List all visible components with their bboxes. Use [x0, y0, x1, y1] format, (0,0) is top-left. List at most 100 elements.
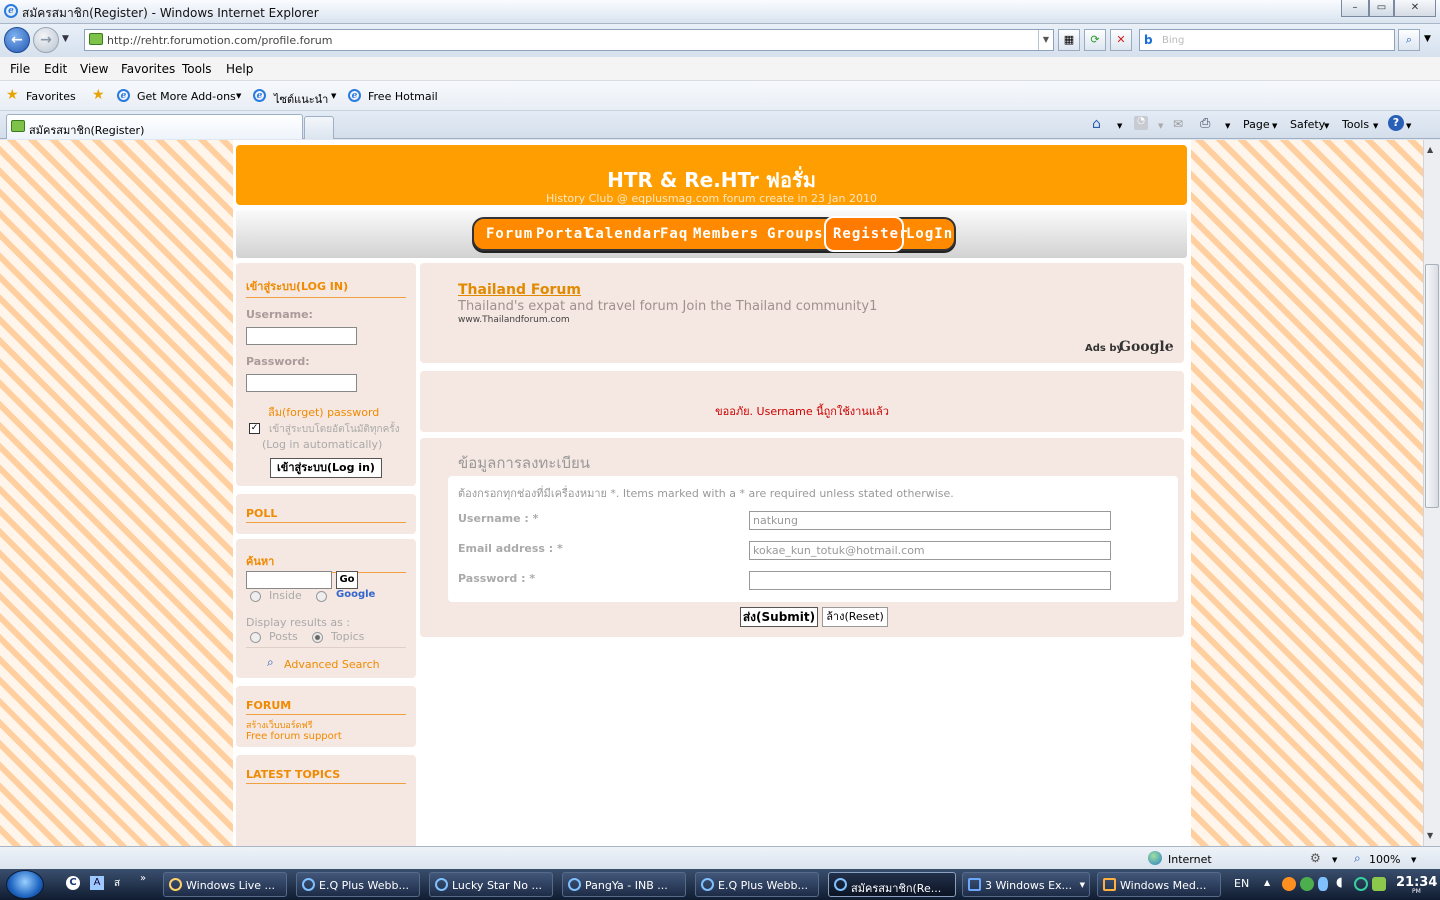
menu-edit[interactable]: Edit	[44, 62, 67, 76]
tab-register[interactable]: สมัครสมาชิก(Register)	[6, 114, 303, 139]
chevron-down-icon[interactable]: ▼	[1411, 856, 1416, 864]
menu-favorites[interactable]: Favorites	[121, 62, 175, 76]
refresh-icon[interactable]: ⟳	[1084, 29, 1106, 51]
maximize-button[interactable]: ▭	[1369, 0, 1394, 17]
search-icon[interactable]: ⌕	[1398, 29, 1420, 51]
favorites-get-addons[interactable]: Get More Add-ons	[137, 90, 236, 103]
search-options-dropdown-icon[interactable]: ▼	[1424, 34, 1431, 44]
start-button[interactable]	[6, 870, 44, 899]
menu-file[interactable]: File	[10, 62, 30, 76]
nav-members[interactable]: Members	[693, 226, 759, 242]
language-indicator[interactable]: EN	[1234, 877, 1249, 890]
nav-calendar[interactable]: Calendar	[586, 226, 661, 242]
password-field[interactable]	[749, 571, 1111, 590]
safety-menu[interactable]: Safety	[1290, 118, 1325, 131]
ad-url[interactable]: www.Thailandforum.com	[458, 315, 570, 325]
favorites-free-hotmail[interactable]: Free Hotmail	[368, 90, 438, 103]
mail-icon[interactable]: ✉	[1173, 117, 1183, 131]
forum-search-input[interactable]	[246, 571, 332, 589]
task-lucky-star[interactable]: Lucky Star No ...	[429, 872, 553, 897]
radio-topics[interactable]	[312, 632, 323, 643]
nav-login[interactable]: LogIn	[906, 226, 953, 242]
address-bar[interactable]: http://rehtr.forumotion.com/profile.foru…	[84, 29, 1054, 51]
nav-groups[interactable]: Groups	[767, 226, 824, 242]
radio-inside[interactable]	[250, 591, 261, 602]
task-pangya[interactable]: PangYa - INB ...	[562, 872, 686, 897]
nav-register[interactable]: Register	[833, 226, 908, 242]
chevron-down-icon[interactable]: ▼	[1158, 122, 1163, 130]
zoom-level[interactable]: 100%	[1369, 853, 1400, 866]
favorites-suggested-sites[interactable]: ไซต์แนะนำ	[274, 90, 328, 108]
scrollbar-thumb[interactable]	[1425, 264, 1439, 508]
chevron-down-icon[interactable]: ▼	[1225, 122, 1230, 130]
menu-view[interactable]: View	[80, 62, 108, 76]
reset-button[interactable]: ล้าง(Reset)	[822, 607, 888, 627]
tray-drop-icon[interactable]	[1318, 877, 1328, 891]
quicklaunch-c-icon[interactable]: C	[66, 876, 80, 890]
chevron-down-icon[interactable]: ▼	[1117, 122, 1122, 130]
minimize-button[interactable]: –	[1341, 0, 1369, 17]
submit-button[interactable]: ส่ง(Submit)	[740, 607, 818, 627]
quicklaunch-app-icon[interactable]: A	[90, 876, 104, 890]
task-eq-plus-2[interactable]: E.Q Plus Webb...	[695, 872, 819, 897]
email-field[interactable]: kokae_kun_totuk@hotmail.com	[749, 541, 1111, 560]
forgot-password-link[interactable]: ลืม(forget) password	[268, 403, 379, 421]
menu-tools[interactable]: Tools	[182, 62, 212, 76]
google-logo[interactable]: Google	[1119, 339, 1174, 355]
chevron-down-icon[interactable]: ▼	[236, 92, 241, 100]
tray-network-icon[interactable]	[1354, 877, 1368, 891]
tray-app-icon[interactable]	[1282, 877, 1296, 891]
create-forum-link[interactable]: สร้างเว็บบอร์ดฟรี	[246, 718, 313, 732]
tools-menu[interactable]: Tools	[1342, 118, 1369, 131]
scroll-up-icon[interactable]: ▲	[1427, 145, 1433, 154]
nav-portal[interactable]: Portal	[536, 226, 593, 242]
nav-faq[interactable]: Faq	[660, 226, 688, 242]
login-button[interactable]: เข้าสู่ระบบ(Log in)	[270, 458, 382, 478]
page-scrollbar[interactable]: ▲ ▼	[1423, 140, 1440, 846]
login-password-input[interactable]	[246, 374, 357, 392]
close-button[interactable]: ✕	[1394, 0, 1436, 17]
auto-login-checkbox[interactable]: ✓	[249, 423, 260, 434]
task-windows-live[interactable]: Windows Live ...	[163, 872, 287, 897]
volume-icon[interactable]: ◖	[1336, 875, 1343, 890]
advanced-search-link[interactable]: Advanced Search	[284, 658, 380, 671]
task-register-active[interactable]: สมัครสมาชิก(Re...	[828, 872, 956, 897]
tray-messenger-icon[interactable]	[1300, 877, 1314, 891]
print-icon[interactable]: ⎙	[1200, 116, 1210, 131]
compatibility-view-icon[interactable]: ▦	[1058, 29, 1080, 51]
quicklaunch-more-icon[interactable]: »	[140, 873, 146, 884]
search-go-button[interactable]: Go	[336, 571, 358, 589]
help-icon[interactable]: ?	[1388, 115, 1404, 131]
stop-icon[interactable]: ✕	[1110, 29, 1132, 51]
radio-google[interactable]	[316, 591, 327, 602]
home-icon[interactable]: ⌂	[1092, 116, 1101, 132]
back-button[interactable]: ←	[4, 27, 30, 53]
scroll-down-icon[interactable]: ▼	[1427, 831, 1433, 840]
login-username-input[interactable]	[246, 327, 357, 345]
recent-pages-dropdown-icon[interactable]: ▼	[62, 34, 69, 44]
menu-help[interactable]: Help	[226, 62, 253, 76]
address-dropdown-icon[interactable]: ▼	[1038, 30, 1053, 50]
forum-support-link[interactable]: Free forum support	[246, 731, 342, 742]
forward-button[interactable]: →	[33, 27, 59, 53]
chevron-down-icon[interactable]: ▼	[331, 92, 336, 100]
feeds-icon[interactable]: ◔	[1134, 116, 1148, 130]
search-input[interactable]: b Bing	[1139, 29, 1395, 51]
new-tab-button[interactable]	[304, 116, 334, 139]
add-favorite-icon[interactable]: ★	[92, 87, 105, 103]
radio-posts[interactable]	[250, 632, 261, 643]
protected-mode-icon[interactable]: ⚙	[1310, 851, 1321, 865]
chevron-down-icon[interactable]: ▼	[1406, 122, 1411, 130]
tray-security-icon[interactable]	[1372, 877, 1386, 891]
quicklaunch-thai-icon[interactable]: ส	[114, 876, 130, 890]
page-menu[interactable]: Page	[1243, 118, 1270, 131]
nav-forum[interactable]: Forum	[486, 226, 533, 242]
task-windows-media[interactable]: Windows Med...	[1097, 872, 1221, 897]
username-field[interactable]: natkung	[749, 511, 1111, 530]
chevron-down-icon[interactable]: ▼	[1332, 856, 1337, 864]
favorites-button[interactable]: Favorites	[26, 90, 76, 103]
tray-expand-icon[interactable]: ▲	[1264, 878, 1270, 887]
task-eq-plus-1[interactable]: E.Q Plus Webb...	[296, 872, 420, 897]
ad-title-link[interactable]: Thailand Forum	[458, 282, 581, 298]
task-windows-explorer[interactable]: 3 Windows Ex... ▼	[962, 872, 1090, 897]
